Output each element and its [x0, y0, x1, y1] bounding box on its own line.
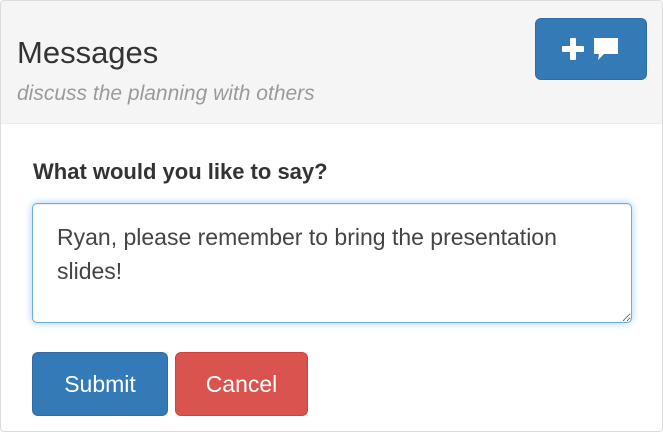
new-message-button[interactable]: [535, 18, 647, 80]
panel-title: Messages: [17, 35, 159, 70]
cancel-button[interactable]: Cancel: [175, 352, 308, 416]
comment-icon: [594, 38, 618, 60]
message-textarea[interactable]: Ryan, please remember to bring the prese…: [32, 203, 632, 323]
plus-icon: [562, 38, 584, 60]
message-label: What would you like to say?: [33, 159, 328, 184]
submit-button[interactable]: Submit: [32, 352, 168, 416]
messages-panel: Messages discuss the planning with other…: [0, 0, 663, 432]
panel-subtitle: discuss the planning with others: [17, 82, 315, 105]
panel-header: Messages discuss the planning with other…: [1, 1, 662, 124]
